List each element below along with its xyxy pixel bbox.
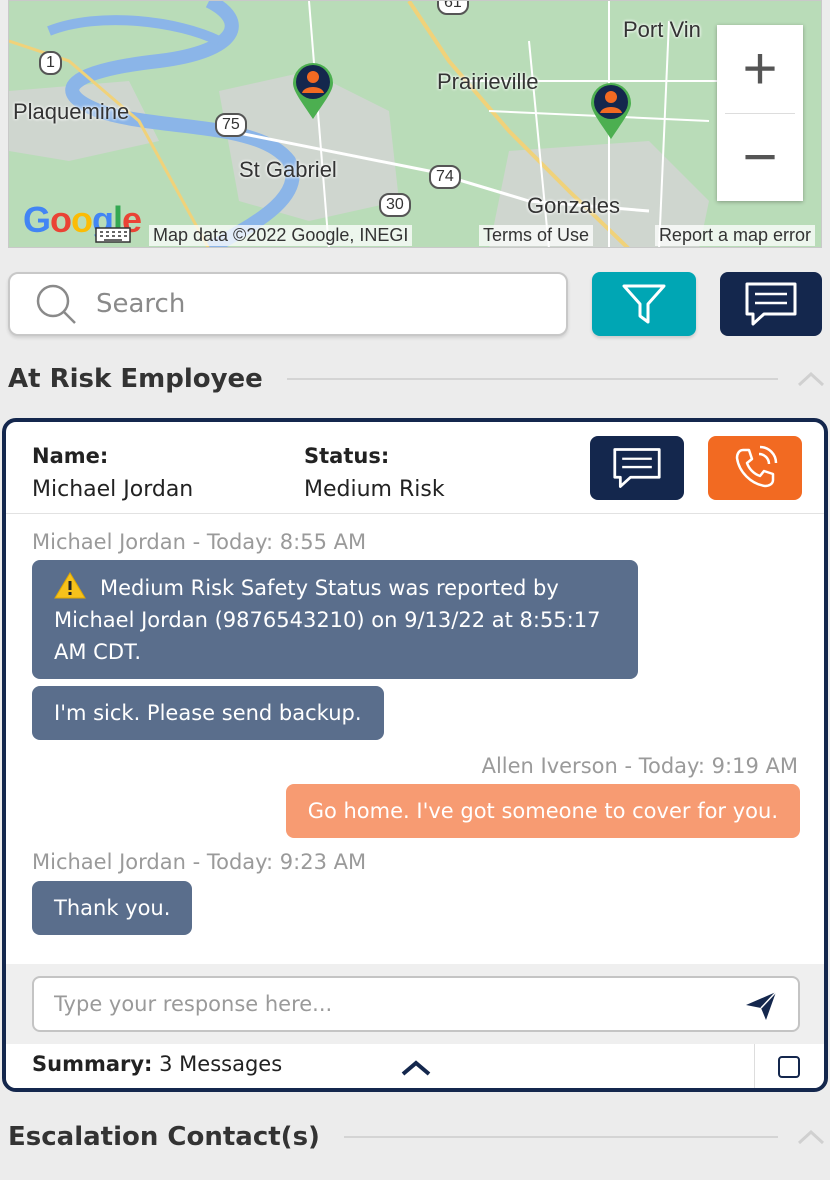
outgoing-message: Go home. I've got someone to cover for y…: [285, 784, 800, 838]
zoom-out-button[interactable]: −: [717, 113, 803, 201]
section-title: Escalation Contact(s): [8, 1122, 320, 1152]
road-shield: 75: [215, 113, 247, 137]
search-icon: [36, 284, 76, 324]
road-shield: 30: [379, 193, 411, 217]
filter-icon: [622, 284, 666, 324]
terms-of-use-link[interactable]: Terms of Use: [479, 225, 594, 246]
incoming-message: I'm sick. Please send backup.: [32, 686, 384, 740]
message-text: Thank you.: [54, 896, 171, 920]
map-label-st-gabriel: St Gabriel: [239, 157, 337, 182]
section-divider: [343, 1136, 778, 1138]
name-label: Name:: [32, 444, 109, 468]
warning-icon: [54, 572, 86, 599]
message-icon: [613, 448, 661, 488]
summary: Summary: 3 Messages: [32, 1052, 282, 1076]
message-thread[interactable]: Michael Jordan - Today: 8:55 AM Medium R…: [6, 514, 824, 964]
zoom-control: + −: [717, 25, 803, 201]
chevron-up-icon[interactable]: [796, 1128, 826, 1146]
employee-name: Michael Jordan: [32, 477, 194, 502]
employee-status: Medium Risk: [304, 477, 445, 502]
incoming-message: Thank you.: [32, 881, 193, 935]
employee-pin-icon[interactable]: [589, 81, 633, 141]
message-text: Medium Risk Safety Status was reported b…: [54, 576, 601, 664]
map-label-plaquemine: Plaquemine: [13, 99, 130, 124]
send-icon[interactable]: [744, 990, 778, 1022]
summary-count: 3 Messages: [159, 1052, 283, 1076]
summary-divider: [754, 1044, 755, 1088]
reply-bar: [6, 964, 824, 1044]
report-map-error-link[interactable]: Report a map error: [654, 225, 815, 246]
zoom-in-button[interactable]: +: [717, 25, 803, 113]
call-employee-button[interactable]: [708, 436, 802, 500]
section-divider: [286, 378, 778, 380]
reply-input[interactable]: [54, 992, 714, 1016]
employee-card-header: Name: Michael Jordan Status: Medium Risk: [6, 422, 824, 514]
filter-button[interactable]: [592, 272, 696, 336]
map-label-port-vincent: Port Vin: [623, 17, 701, 42]
chevron-up-icon[interactable]: [796, 370, 826, 388]
incoming-message: Medium Risk Safety Status was reported b…: [32, 560, 638, 679]
chevron-up-icon[interactable]: [400, 1060, 432, 1076]
map-footer: Google Map data ©2022 Google, INEGI Term…: [9, 199, 821, 247]
escalation-section-header[interactable]: Escalation Contact(s): [8, 1122, 828, 1152]
section-title: At Risk Employee: [8, 364, 263, 394]
zoom-divider: [725, 113, 795, 114]
messages-button[interactable]: [720, 272, 822, 336]
employee-card: Name: Michael Jordan Status: Medium Risk…: [2, 418, 828, 1092]
summary-bar: Summary: 3 Messages: [6, 1044, 824, 1088]
map-attribution: Map data ©2022 Google, INEGI: [149, 225, 413, 246]
road-shield: 74: [429, 165, 461, 189]
status-label: Status:: [304, 444, 390, 468]
summary-label: Summary:: [32, 1052, 153, 1076]
map-label-prairieville: Prairieville: [437, 69, 539, 94]
message-meta: Michael Jordan - Today: 9:23 AM: [32, 850, 367, 874]
keyboard-shortcuts-icon[interactable]: [95, 227, 131, 243]
employee-pin-icon[interactable]: [291, 61, 335, 121]
message-meta: Michael Jordan - Today: 8:55 AM: [32, 530, 367, 554]
search-input[interactable]: [96, 289, 536, 319]
message-text: I'm sick. Please send backup.: [54, 701, 362, 725]
road-shield: 61: [437, 1, 469, 15]
at-risk-section-header[interactable]: At Risk Employee: [8, 364, 828, 394]
search-box: [8, 272, 568, 336]
map[interactable]: Plaquemine Prairieville St Gabriel Gonza…: [8, 0, 822, 248]
road-shield: 1: [39, 51, 62, 75]
reply-box: [32, 976, 800, 1032]
message-icon: [745, 282, 797, 326]
message-meta: Allen Iverson - Today: 9:19 AM: [481, 754, 798, 778]
phone-call-icon: [735, 445, 778, 488]
message-employee-button[interactable]: [590, 436, 684, 500]
map-label-gonzales: Gonzales: [527, 193, 620, 218]
message-text: Go home. I've got someone to cover for y…: [307, 799, 778, 823]
acknowledge-checkbox[interactable]: [778, 1056, 800, 1078]
